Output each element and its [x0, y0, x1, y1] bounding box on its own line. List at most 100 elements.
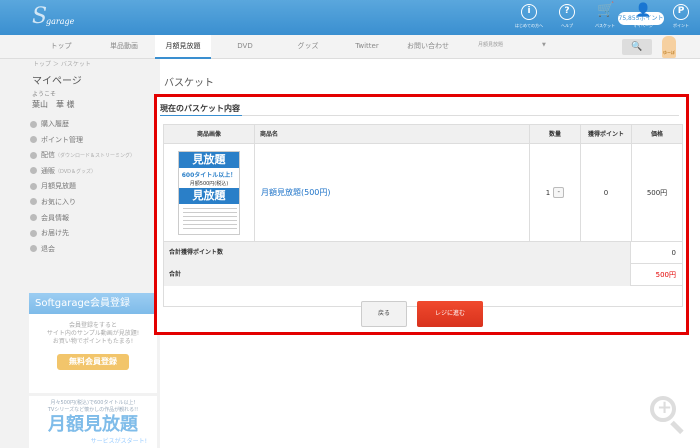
sidebar-menu: 購入履歴 ポイント管理 配信（ダウンロード＆ストリーミング） 通販（DVD＆グッ…: [30, 117, 135, 257]
sidebar-item-mailorder[interactable]: 通販（DVD＆グッズ）: [30, 164, 135, 180]
header-link-help[interactable]: ? ヘルプ: [548, 4, 586, 34]
sidebar-item-label: 会員情報: [41, 213, 69, 222]
bullet-icon: [30, 182, 37, 190]
sidebar-item-monthly[interactable]: 月額見放題: [30, 179, 135, 195]
nav-goods[interactable]: グッズ: [283, 35, 333, 59]
page-title: バスケット: [164, 78, 214, 89]
nav-dvd[interactable]: DVD: [220, 35, 270, 59]
column-header-price: 価格: [632, 125, 682, 144]
header-link-label: ヘルプ: [561, 23, 573, 28]
sidebar-item-label: お気に入り: [41, 197, 76, 206]
point-icon: P: [673, 4, 689, 20]
bullet-icon: [30, 245, 37, 253]
promo-text: 月々500円(税込)で600タイトル以上! TVシリーズなど懐かしの作品が観れる…: [29, 396, 157, 414]
help-icon: ?: [559, 4, 575, 20]
sidebar-item-delivery[interactable]: 配信（ダウンロード＆ストリーミング）: [30, 148, 135, 164]
header-link-label: はじめての方へ: [515, 23, 543, 28]
sidebar-item-label: 月額見放題: [41, 182, 76, 191]
main-content: バスケット 現在のバスケット内容 商品画像 商品名 数量 獲得ポイント 価格 見…: [154, 59, 700, 448]
logo-text: garage: [46, 17, 75, 26]
user-icon: 👤: [635, 3, 652, 18]
bullet-icon: [30, 151, 37, 159]
nav-monthly[interactable]: 月額見放題: [155, 35, 211, 59]
register-text-line: お買い物でポイントもたまる!: [52, 338, 134, 345]
register-heading: Softgarage会員登録: [29, 293, 157, 314]
back-button[interactable]: 戻る: [361, 301, 407, 327]
welcome-text: ようこそ: [32, 91, 57, 98]
logo-mark: S: [32, 4, 48, 29]
sidebar-item-label: 配信: [41, 151, 55, 160]
bullet-icon: [30, 198, 37, 206]
plus-icon: +: [657, 397, 673, 418]
sidebar-item-member-info[interactable]: 会員情報: [30, 211, 135, 227]
search-category-value: 月額見放題: [478, 42, 504, 48]
register-banner: Softgarage会員登録 会員登録をすると サイト内のサンプル動画が見放題!…: [29, 293, 157, 393]
header-link-basket[interactable]: 🛒 バスケット: [586, 2, 624, 34]
cart-icon: 🛒: [597, 2, 615, 18]
site-logo[interactable]: S garage: [32, 5, 102, 29]
checkout-button[interactable]: レジに進む: [417, 301, 483, 327]
info-icon: i: [521, 4, 537, 20]
product-name-link[interactable]: 月額見放題(500円): [261, 187, 331, 198]
sidebar-item-points[interactable]: ポイント管理: [30, 133, 135, 149]
promo-line: TVシリーズなど懐かしの作品が観れる!!: [47, 407, 139, 413]
cell-points: 0: [581, 144, 632, 242]
basket-panel: 現在のバスケット内容 商品画像 商品名 数量 獲得ポイント 価格 見放題 600…: [154, 94, 689, 335]
bullet-icon: [30, 120, 37, 128]
bullet-icon: [30, 136, 37, 144]
product-thumbnail[interactable]: 見放題 600タイトル以上！ 月額500円(税込) 見放題: [178, 150, 240, 235]
breadcrumb: トップ ＞ バスケット: [33, 61, 91, 68]
free-register-button[interactable]: 無料会員登録: [57, 354, 129, 370]
promo-subtitle: サービスがスタート!: [90, 438, 147, 445]
cell-price: 500円: [632, 144, 682, 242]
grand-total-value: 500円: [655, 271, 676, 279]
register-text-line: サイト内のサンプル動画が見放題!: [46, 330, 140, 337]
zoom-in-icon[interactable]: +: [648, 394, 688, 435]
sidebar-item-label: ポイント管理: [41, 135, 83, 144]
cart-table: 商品画像 商品名 数量 獲得ポイント 価格 見放題 600タイトル以上！ 月額5…: [163, 124, 683, 307]
cell-qty: 1 -: [530, 144, 581, 242]
promo-title: 月額見放題: [48, 414, 138, 435]
main-nav: トップ 単品動画 月額見放題 DVD グッズ Twitter お問い合わせ 月額…: [0, 35, 700, 59]
quantity-stepper: 1 -: [545, 187, 565, 198]
bullet-icon: [30, 167, 37, 175]
heading-underline: [160, 115, 242, 116]
promo-line: 月々500円(税込)で600タイトル以上!: [50, 400, 136, 406]
column-header-image: 商品画像: [164, 125, 255, 144]
sidebar-item-favorites[interactable]: お気に入り: [30, 195, 135, 211]
site-header: S garage 75,855ポイント i はじめての方へ ? ヘルプ 🛒 バス…: [0, 0, 700, 35]
monthly-promo-banner[interactable]: 月々500円(税込)で600タイトル以上! TVシリーズなど懐かしの作品が観れる…: [29, 396, 157, 448]
thumb-title2: 見放題: [179, 187, 239, 204]
header-link-mypage[interactable]: 👤 マイページ: [624, 4, 662, 34]
zoom-handle: [670, 420, 684, 435]
heading-divider: [242, 115, 679, 116]
thumb-title: 見放題: [179, 151, 239, 168]
header-icons: i はじめての方へ ? ヘルプ 🛒 バスケット 👤 マイページ P ポイント: [510, 2, 700, 34]
quantity-minus-button[interactable]: -: [553, 187, 565, 198]
sidebar-item-label: 退会: [41, 244, 55, 253]
nav-top[interactable]: トップ: [36, 35, 86, 59]
header-link-label: ポイント: [673, 23, 689, 28]
sidebar-item-withdraw[interactable]: 退会: [30, 242, 135, 258]
nav-contact[interactable]: お問い合わせ: [398, 35, 458, 59]
search-category-select[interactable]: 月額見放題 ▼: [478, 40, 546, 51]
points-total-label: 合計獲得ポイント数: [164, 242, 631, 264]
header-link-label: マイページ: [633, 23, 653, 28]
header-link-points[interactable]: P ポイント: [662, 4, 700, 34]
nav-single-video[interactable]: 単品動画: [96, 35, 152, 59]
quantity-value: 1: [545, 188, 551, 197]
nav-twitter[interactable]: Twitter: [342, 35, 392, 59]
sidebar: トップ ＞ バスケット マイページ ようこそ 葉山 華 様 購入履歴 ポイント管…: [0, 59, 160, 448]
cell-image: 見放題 600タイトル以上！ 月額500円(税込) 見放題: [164, 144, 255, 242]
register-text-line: 会員登録をすると: [68, 322, 117, 329]
thumb-line1: 600タイトル以上！: [181, 171, 237, 179]
sidebar-item-sub: （DVD＆グッズ）: [55, 168, 97, 175]
sidebar-item-sub: （ダウンロード＆ストリーミング）: [55, 153, 136, 160]
grand-total-row: 合計 500円: [164, 264, 682, 286]
bullet-icon: [30, 214, 37, 222]
sidebar-item-history[interactable]: 購入履歴: [30, 117, 135, 133]
sidebar-item-address[interactable]: お届け先: [30, 226, 135, 242]
search-button[interactable]: 🔍: [622, 39, 652, 55]
column-header-qty: 数量: [530, 125, 581, 144]
header-link-guide[interactable]: i はじめての方へ: [510, 4, 548, 34]
